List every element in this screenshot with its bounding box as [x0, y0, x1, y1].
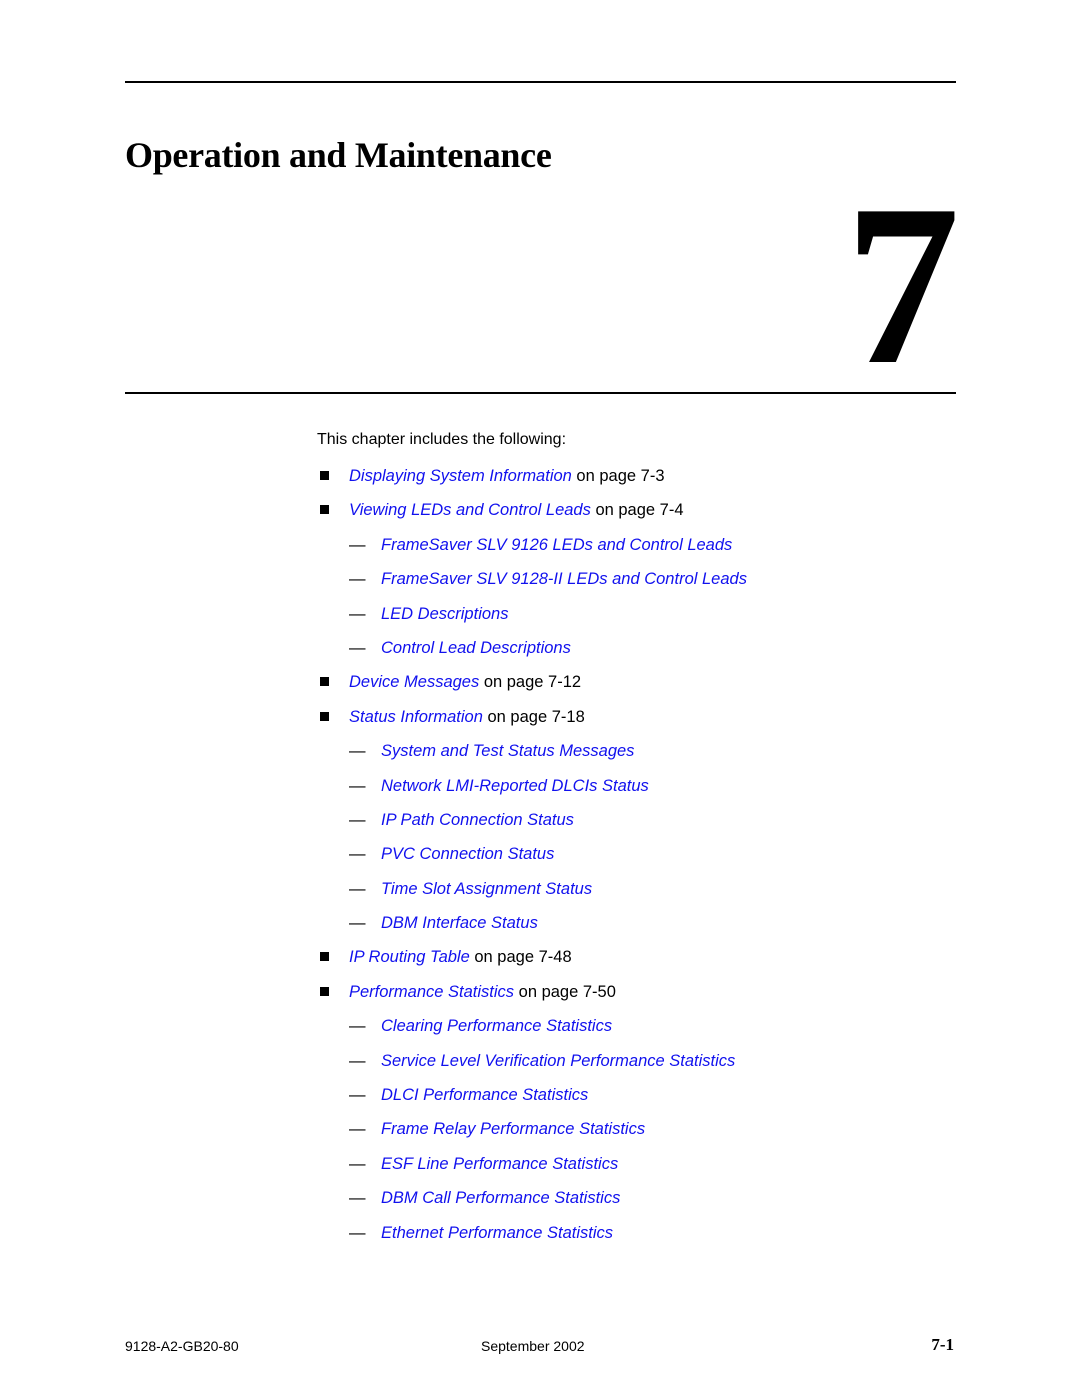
- em-dash-icon: —: [349, 535, 366, 554]
- em-dash-icon: —: [349, 638, 366, 657]
- toc-link[interactable]: Clearing Performance Statistics: [381, 1017, 612, 1035]
- em-dash-icon: —: [349, 914, 366, 933]
- toc-item: Viewing LEDs and Control Leads on page 7…: [317, 500, 747, 534]
- toc-link[interactable]: System and Test Status Messages: [381, 742, 634, 760]
- page-reference: on page 7-3: [571, 467, 665, 485]
- em-dash-icon: —: [349, 742, 366, 761]
- em-dash-icon: —: [349, 1189, 366, 1208]
- toc-link[interactable]: DBM Interface Status: [381, 914, 538, 932]
- bottom-rule: [125, 392, 956, 394]
- toc-item: Performance Statistics on page 7-50: [317, 982, 747, 1016]
- toc-subitem: — Frame Relay Performance Statistics: [317, 1119, 747, 1153]
- em-dash-icon: —: [349, 1223, 366, 1242]
- toc-link[interactable]: Performance Statistics: [349, 983, 514, 1001]
- toc-link[interactable]: Status Information: [349, 708, 483, 726]
- em-dash-icon: —: [349, 810, 366, 829]
- toc-link[interactable]: ESF Line Performance Statistics: [381, 1155, 618, 1173]
- page-reference: on page 7-4: [590, 501, 684, 520]
- page-reference: on page 7-50: [514, 982, 616, 1001]
- toc-subitem: — Ethernet Performance Statistics: [317, 1223, 747, 1257]
- em-dash-icon: —: [349, 879, 366, 898]
- toc-subitem: — ESF Line Performance Statistics: [317, 1154, 747, 1188]
- em-dash-icon: —: [349, 1154, 366, 1173]
- em-dash-icon: —: [349, 1086, 366, 1105]
- toc-link[interactable]: Network LMI-Reported DLCIs Status: [381, 777, 649, 795]
- toc-subitem: — Network LMI-Reported DLCIs Status: [317, 776, 747, 810]
- em-dash-icon: —: [349, 1017, 366, 1036]
- footer-page-number: 7-1: [931, 1335, 954, 1354]
- toc-link[interactable]: Time Slot Assignment Status: [381, 880, 592, 898]
- toc-item: Displaying System Information on page 7-…: [317, 466, 747, 500]
- em-dash-icon: —: [349, 1051, 366, 1070]
- toc-subitem: — LED Descriptions: [317, 604, 747, 638]
- toc-link[interactable]: Viewing LEDs and Control Leads: [349, 501, 591, 519]
- footer-doc-number: 9128-A2-GB20-80: [125, 1338, 239, 1354]
- toc-link[interactable]: Ethernet Performance Statistics: [381, 1224, 613, 1242]
- page-reference: on page 7-48: [469, 948, 572, 967]
- square-bullet-icon: [320, 986, 329, 996]
- intro-text: This chapter includes the following:: [317, 431, 567, 448]
- toc-subitem: — Clearing Performance Statistics: [317, 1016, 747, 1050]
- toc-subitem: — System and Test Status Messages: [317, 741, 747, 775]
- toc-link[interactable]: LED Descriptions: [381, 605, 508, 623]
- toc-subitem: — Service Level Verification Performance …: [317, 1051, 747, 1085]
- square-bullet-icon: [320, 505, 329, 515]
- toc-subitem: — Time Slot Assignment Status: [317, 879, 747, 913]
- toc-link[interactable]: DLCI Performance Statistics: [381, 1086, 588, 1104]
- toc-subitem: — FrameSaver SLV 9128-II LEDs and Control…: [317, 569, 747, 603]
- chapter-title: Operation and Maintenance: [125, 135, 552, 175]
- toc-subitem: — Control Lead Descriptions: [317, 638, 747, 672]
- toc-link[interactable]: IP Routing Table: [349, 948, 470, 966]
- toc-link[interactable]: Frame Relay Performance Statistics: [381, 1120, 645, 1138]
- toc-subitem: — FrameSaver SLV 9126 LEDs and Control Le…: [317, 535, 747, 569]
- toc-subitem: — DBM Call Performance Statistics: [317, 1188, 747, 1222]
- square-bullet-icon: [320, 471, 329, 480]
- em-dash-icon: —: [349, 604, 366, 623]
- em-dash-icon: —: [349, 776, 366, 795]
- toc-link[interactable]: PVC Connection Status: [381, 845, 554, 863]
- em-dash-icon: —: [349, 570, 366, 589]
- chapter-number: 7: [845, 157, 960, 412]
- em-dash-icon: —: [349, 845, 366, 864]
- toc-link[interactable]: FrameSaver SLV 9128-II LEDs and Control …: [381, 570, 747, 588]
- square-bullet-icon: [320, 711, 329, 721]
- chapter-contents-list: Displaying System Information on page 7-…: [317, 466, 747, 1257]
- toc-link[interactable]: Control Lead Descriptions: [381, 639, 571, 657]
- toc-link[interactable]: Displaying System Information: [349, 467, 572, 485]
- top-rule: [125, 81, 956, 83]
- toc-subitem: — IP Path Connection Status: [317, 810, 747, 844]
- toc-item: Status Information on page 7-18: [317, 707, 747, 741]
- toc-item: IP Routing Table on page 7-48: [317, 947, 747, 981]
- toc-subitem: — PVC Connection Status: [317, 844, 747, 878]
- toc-subitem: — DBM Interface Status: [317, 913, 747, 947]
- toc-link[interactable]: Device Messages: [349, 673, 479, 691]
- toc-link[interactable]: FrameSaver SLV 9126 LEDs and Control Lea…: [381, 536, 732, 554]
- em-dash-icon: —: [349, 1120, 366, 1139]
- square-bullet-icon: [320, 952, 329, 962]
- square-bullet-icon: [320, 677, 329, 687]
- page-reference: on page 7-18: [482, 707, 585, 726]
- page-reference: on page 7-12: [479, 673, 582, 692]
- footer-date: September 2002: [481, 1338, 585, 1354]
- toc-link[interactable]: DBM Call Performance Statistics: [381, 1189, 620, 1207]
- toc-subitem: — DLCI Performance Statistics: [317, 1085, 747, 1119]
- toc-item: Device Messages on page 7-12: [317, 672, 747, 706]
- toc-link[interactable]: IP Path Connection Status: [381, 811, 574, 829]
- toc-link[interactable]: Service Level Verification Performance S…: [381, 1052, 735, 1070]
